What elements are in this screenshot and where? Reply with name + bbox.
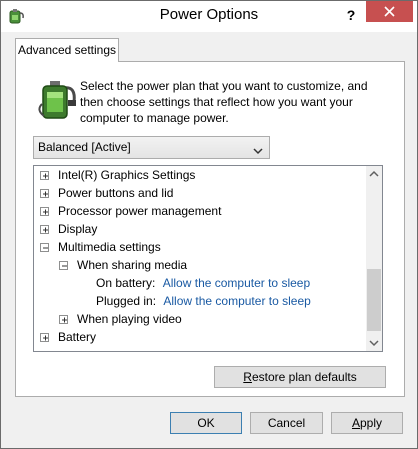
expand-plus-icon[interactable]	[40, 225, 49, 234]
chevron-down-icon	[253, 144, 263, 158]
setting-value-link[interactable]: Allow the computer to sleep	[163, 276, 310, 290]
close-icon	[384, 6, 395, 17]
help-button[interactable]: ?	[337, 1, 365, 31]
scroll-up-arrow-icon[interactable]	[366, 166, 382, 183]
power-settings-tree[interactable]: Intel(R) Graphics Settings Power buttons…	[33, 165, 383, 352]
cancel-button[interactable]: Cancel	[250, 412, 323, 434]
apply-label: pply	[360, 416, 383, 430]
battery-plan-icon	[38, 78, 78, 120]
tree-scrollbar[interactable]	[366, 166, 382, 351]
expand-plus-icon[interactable]	[40, 189, 49, 198]
setting-label: On battery:	[96, 276, 156, 290]
plan-description: Select the power plan that you want to c…	[80, 79, 368, 125]
tab-advanced-settings[interactable]: Advanced settings	[15, 38, 119, 62]
power-options-window: Power Options ? Advanced settings Select…	[0, 0, 418, 449]
tree-item-label: When sharing media	[77, 258, 188, 272]
scroll-down-arrow-icon[interactable]	[366, 334, 382, 351]
tree-item-label: When playing video	[77, 312, 182, 326]
title-bar[interactable]: Power Options ?	[1, 1, 417, 32]
scrollbar-thumb[interactable]	[367, 269, 381, 331]
close-button[interactable]	[366, 1, 413, 22]
power-plan-selected: Balanced [Active]	[38, 140, 131, 154]
tree-item-on-battery[interactable]: On battery: Allow the computer to sleep	[96, 274, 310, 292]
tree-item-label: Intel(R) Graphics Settings	[58, 168, 196, 182]
apply-button[interactable]: Apply	[331, 412, 403, 434]
collapse-minus-icon[interactable]	[40, 243, 49, 252]
ok-button[interactable]: OK	[170, 412, 242, 434]
power-plan-dropdown[interactable]: Balanced [Active]	[33, 136, 270, 159]
tree-item-plugged-in[interactable]: Plugged in: Allow the computer to sleep	[96, 292, 311, 310]
restore-accelerator: R	[243, 370, 252, 384]
tree-item-label: Processor power management	[58, 204, 222, 218]
expand-plus-icon[interactable]	[40, 333, 49, 342]
setting-value-link[interactable]: Allow the computer to sleep	[163, 294, 310, 308]
expand-plus-icon[interactable]	[40, 207, 49, 216]
tree-view: Intel(R) Graphics Settings Power buttons…	[34, 166, 366, 351]
expand-plus-icon[interactable]	[40, 171, 49, 180]
tree-item-label: Power buttons and lid	[58, 186, 174, 200]
expand-plus-icon[interactable]	[59, 315, 68, 324]
advanced-settings-panel: Select the power plan that you want to c…	[15, 61, 405, 397]
apply-accelerator: A	[351, 416, 360, 430]
collapse-minus-icon[interactable]	[59, 261, 68, 270]
tree-item-label: Battery	[58, 330, 97, 344]
restore-label: estore plan defaults	[251, 370, 357, 384]
restore-plan-defaults-button[interactable]: Restore plan defaults	[214, 366, 386, 388]
setting-label: Plugged in:	[96, 294, 157, 308]
tree-item-label: Display	[58, 222, 98, 236]
tree-item-label: Multimedia settings	[58, 240, 161, 254]
